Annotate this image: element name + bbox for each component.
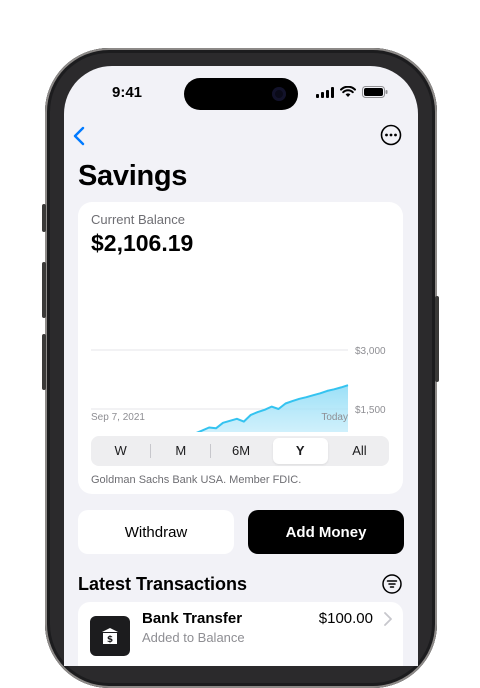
range-option-all[interactable]: All (332, 438, 387, 464)
volume-up-button (42, 262, 46, 318)
segment-divider (150, 444, 152, 458)
range-option-6m[interactable]: 6M (213, 438, 268, 464)
status-icons (316, 86, 388, 98)
more-options-icon[interactable] (380, 124, 402, 146)
screen: 9:41 Savings Current Balance $2,106.19 $… (64, 66, 418, 666)
power-button (435, 296, 439, 382)
transaction-title: Bank Transfer (142, 610, 243, 627)
fdic-disclaimer: Goldman Sachs Bank USA. Member FDIC. (91, 474, 302, 486)
balance-chart: $3,000$1,500$0Sep 7, 2021Today (91, 346, 386, 432)
battery-icon (362, 86, 388, 98)
status-time: 9:41 (112, 84, 143, 101)
page-title: Savings (78, 160, 188, 192)
range-option-w[interactable]: W (93, 438, 148, 464)
balance-card: Current Balance $2,106.19 $3,000$1,500$0… (78, 202, 403, 494)
wifi-icon (340, 86, 356, 97)
svg-text:$: $ (107, 635, 113, 645)
latest-transactions-title: Latest Transactions (78, 574, 248, 594)
transaction-row[interactable]: $ Bank Transfer Added to Balance $100.00 (78, 602, 403, 666)
filter-icon[interactable] (382, 574, 402, 594)
camera-icon (272, 87, 286, 101)
action-button (42, 204, 46, 232)
back-chevron-icon[interactable] (68, 122, 92, 150)
x-tick-label: Sep 7, 2021 (91, 412, 145, 423)
transaction-amount: $100.00 (318, 610, 373, 627)
chevron-right-icon (384, 612, 392, 626)
y-tick-label: $3,000 (355, 346, 386, 357)
bank-icon: $ (90, 616, 130, 656)
volume-down-button (42, 334, 46, 390)
range-selector: W M 6M Y All (91, 436, 389, 466)
dynamic-island (184, 78, 298, 110)
range-option-y[interactable]: Y (272, 438, 328, 464)
y-tick-label: $1,500 (355, 405, 386, 416)
range-option-m[interactable]: M (153, 438, 208, 464)
segment-divider (210, 444, 212, 458)
cellular-signal-icon (316, 86, 334, 98)
withdraw-button[interactable]: Withdraw (78, 510, 234, 554)
add-money-button[interactable]: Add Money (248, 510, 404, 554)
transaction-subtitle: Added to Balance (142, 630, 245, 645)
x-tick-label: Today (321, 412, 348, 423)
